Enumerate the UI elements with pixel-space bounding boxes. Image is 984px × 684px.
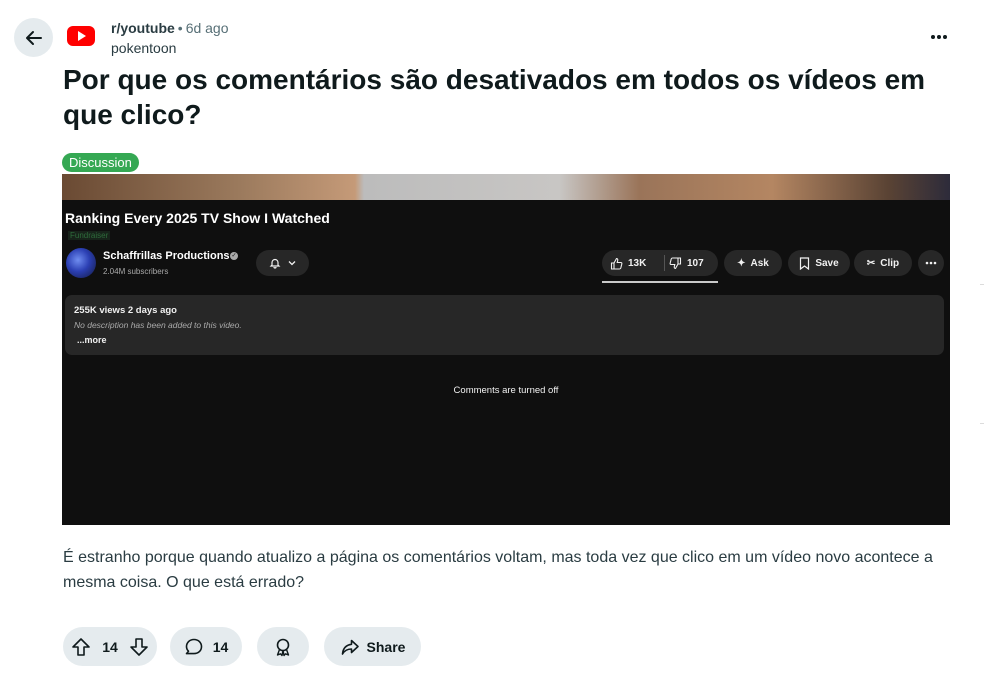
verified-icon: ✓ (230, 252, 238, 260)
back-button[interactable] (14, 18, 53, 57)
more-options-button[interactable] (925, 25, 953, 49)
post-meta: r/youtube • 6d ago pokentoon (111, 19, 229, 58)
like-count: 13K (628, 257, 647, 269)
fundraiser-badge: Fundraiser (68, 231, 111, 240)
thumbs-down-icon (669, 256, 682, 269)
share-icon (341, 639, 359, 655)
subscriber-count: 2.04M subscribers (103, 267, 169, 276)
upvote-icon[interactable] (71, 637, 91, 657)
meta-separator: • (177, 20, 183, 36)
scissors-icon: ✂ (866, 257, 876, 269)
dislike-count: 107 (687, 257, 704, 269)
sparkle-icon: ✦ (737, 257, 746, 269)
chevron-down-icon (288, 261, 295, 266)
video-title: Ranking Every 2025 TV Show I Watched (65, 210, 330, 226)
vote-bar: 14 (63, 627, 157, 666)
views-line: 255K views 2 days ago (74, 305, 177, 316)
comment-count: 14 (212, 638, 229, 655)
description-box: 255K views 2 days ago No description has… (65, 295, 944, 355)
scroll-track-mark (980, 284, 984, 285)
more-dots-icon (925, 261, 937, 265)
downvote-icon[interactable] (129, 637, 149, 657)
clip-label: Clip (880, 257, 900, 269)
pill-divider (664, 255, 665, 271)
share-button[interactable]: Share (324, 627, 421, 666)
post-time: 6d ago (185, 20, 229, 36)
comment-icon (185, 638, 203, 654)
save-label: Save (815, 257, 839, 269)
bookmark-icon (800, 256, 810, 270)
award-button[interactable] (257, 627, 309, 666)
video-more-pill (918, 250, 944, 276)
like-dislike-pill: 13K 107 (602, 250, 718, 276)
ask-pill: ✦ Ask (724, 250, 782, 276)
vote-count: 14 (102, 638, 118, 655)
video-frame-strip (62, 174, 950, 200)
author-link[interactable]: pokentoon (111, 39, 229, 58)
more-link: ...more (77, 335, 107, 345)
comments-button[interactable]: 14 (170, 627, 242, 666)
award-icon (276, 638, 290, 656)
post-image[interactable]: Ranking Every 2025 TV Show I Watched Fun… (62, 174, 950, 525)
more-options-icon (931, 35, 947, 39)
bell-icon (269, 258, 280, 269)
ask-label: Ask (750, 257, 769, 269)
subreddit-link[interactable]: r/youtube (111, 20, 175, 36)
post-title: Por que os comentários são desativados e… (63, 64, 926, 130)
notification-bell-pill (256, 250, 309, 276)
description-text: No description has been added to this vi… (74, 320, 242, 330)
youtube-logo-icon[interactable] (66, 25, 96, 47)
scroll-track-mark (980, 423, 984, 424)
back-arrow-icon (25, 30, 42, 45)
save-pill: Save (788, 250, 850, 276)
channel-name: Schaffrillas Productions (103, 250, 230, 262)
clip-pill: ✂ Clip (854, 250, 912, 276)
post-body: É estranho porque quando atualizo a pági… (63, 549, 933, 591)
channel-avatar (66, 248, 96, 278)
post-flair[interactable]: Discussion (62, 153, 139, 172)
thumbs-up-icon (610, 257, 623, 270)
comments-off-message: Comments are turned off (453, 385, 559, 396)
like-underline (602, 281, 718, 283)
share-label: Share (366, 638, 406, 655)
